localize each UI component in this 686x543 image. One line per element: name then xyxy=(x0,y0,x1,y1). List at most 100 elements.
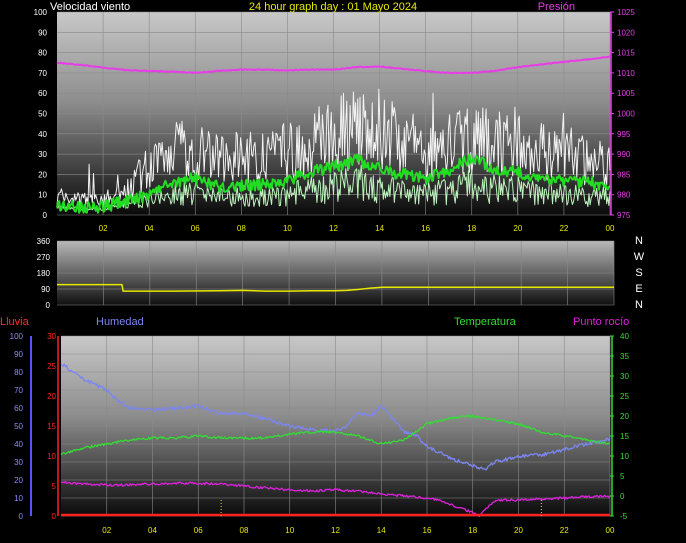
chart-title: 24 hour graph day : 01 Mayo 2024 xyxy=(249,1,417,13)
y-axis-pressure: 975 980 985 990 995 1000 1005 1010 1015 1020 1025 xyxy=(610,8,635,220)
y-tick-humidity: 50 xyxy=(14,422,23,431)
y-tick-direction: 180 xyxy=(37,269,51,278)
dewpoint-axis-label: Punto rocío xyxy=(573,316,629,328)
x-tick-wind: 00 xyxy=(606,224,615,233)
x-tick-temp: 04 xyxy=(148,526,157,535)
y-tick-pressure: 1010 xyxy=(617,69,635,78)
y-tick-wind: 10 xyxy=(38,191,47,200)
y-tick-wind: 50 xyxy=(38,110,47,119)
y-tick-humidity: 80 xyxy=(14,368,23,377)
y-tick-pressure: 1005 xyxy=(617,89,635,98)
y-tick-temperature: 25 xyxy=(620,392,629,401)
x-tick-temp: 16 xyxy=(423,526,432,535)
y-tick-direction: 270 xyxy=(37,253,51,262)
x-tick-temp: 22 xyxy=(560,526,569,535)
y-tick-pressure: 995 xyxy=(617,130,631,139)
weather-chart: 0102030405060708090100 97598098599099510… xyxy=(0,1,645,535)
y-tick-rain: 5 xyxy=(52,482,57,491)
compass-label: S xyxy=(635,267,642,279)
compass-label: N xyxy=(635,235,643,247)
x-tick-wind: 18 xyxy=(467,224,476,233)
x-tick-wind: 10 xyxy=(283,224,292,233)
y-tick-wind: 0 xyxy=(43,211,48,220)
y-tick-wind: 20 xyxy=(38,170,47,179)
y-tick-wind: 30 xyxy=(38,150,47,159)
y-tick-humidity: 60 xyxy=(14,404,23,413)
x-tick-temp: 06 xyxy=(194,526,203,535)
x-tick-temp: 02 xyxy=(102,526,111,535)
y-tick-direction: 90 xyxy=(41,285,50,294)
x-tick-wind: 22 xyxy=(559,224,568,233)
y-tick-wind: 70 xyxy=(38,69,47,78)
y-axis-rain: 0 5 10 15 20 25 30 xyxy=(47,332,59,521)
y-tick-humidity: 100 xyxy=(10,332,24,341)
y-tick-rain: 10 xyxy=(47,452,56,461)
y-tick-temperature: 35 xyxy=(620,352,629,361)
y-tick-wind: 100 xyxy=(34,8,48,17)
compass-label: E xyxy=(635,283,642,295)
y-tick-humidity: 30 xyxy=(14,458,23,467)
y-tick-rain: 0 xyxy=(52,512,57,521)
x-tick-wind: 14 xyxy=(375,224,384,233)
y-tick-humidity: 70 xyxy=(14,386,23,395)
y-tick-humidity: 0 xyxy=(19,512,24,521)
y-tick-temperature: 15 xyxy=(620,432,629,441)
x-tick-wind: 20 xyxy=(513,224,522,233)
y-tick-humidity: 40 xyxy=(14,440,23,449)
y-tick-pressure: 1000 xyxy=(617,110,635,119)
y-tick-pressure: 980 xyxy=(617,191,631,200)
y-tick-pressure: 990 xyxy=(617,150,631,159)
x-tick-wind: 06 xyxy=(191,224,200,233)
y-axis-wind: 0 10 20 30 40 50 60 70 80 90 100 xyxy=(34,8,48,220)
x-tick-temp: 20 xyxy=(514,526,523,535)
y-tick-pressure: 975 xyxy=(617,211,631,220)
y-tick-temperature: 30 xyxy=(620,372,629,381)
temperature-axis-label: Temperatura xyxy=(454,316,517,328)
y-tick-humidity: 10 xyxy=(14,494,23,503)
x-tick-temp: 08 xyxy=(240,526,249,535)
rain-axis-label: Lluvia xyxy=(0,316,30,328)
y-axis-direction: 0 90 180 270 360 xyxy=(37,237,51,310)
y-tick-wind: 80 xyxy=(38,49,47,58)
x-tick-wind: 04 xyxy=(145,224,154,233)
x-tick-temp: 00 xyxy=(606,526,615,535)
y-tick-rain: 20 xyxy=(47,392,56,401)
y-tick-wind: 90 xyxy=(38,28,47,37)
y-tick-pressure: 1020 xyxy=(617,28,635,37)
y-tick-rain: 15 xyxy=(47,422,56,431)
x-tick-wind: 16 xyxy=(421,224,430,233)
compass-labels: NWSEN xyxy=(634,235,645,311)
wind-pressure-panel: 0102030405060708090100 97598098599099510… xyxy=(34,1,636,233)
compass-label: N xyxy=(635,299,643,311)
y-axis-temperature: -5 0 5 10 15 20 25 30 35 40 xyxy=(610,332,629,521)
x-tick-temp: 10 xyxy=(285,526,294,535)
y-tick-rain: 30 xyxy=(47,332,56,341)
y-tick-wind: 60 xyxy=(38,89,47,98)
y-tick-pressure: 985 xyxy=(617,170,631,179)
x-tick-wind: 08 xyxy=(237,224,246,233)
y-tick-temperature: -5 xyxy=(620,512,628,521)
x-axis-wind: 02 04 06 08 10 12 14 16 18 20 22 00 xyxy=(99,224,615,233)
y-tick-temperature: 10 xyxy=(620,452,629,461)
pressure-axis-label: Presión xyxy=(538,1,575,13)
y-tick-pressure: 1015 xyxy=(617,49,635,58)
y-tick-humidity: 90 xyxy=(14,350,23,359)
wind-direction-panel: 090180270360 NWSEN xyxy=(37,235,645,311)
temp-humidity-panel: 0 10 20 30 40 50 60 70 80 90 100 0 5 10 15 20 25 30 -5 0 5… xyxy=(0,316,629,535)
x-tick-temp: 14 xyxy=(377,526,386,535)
x-axis-temp: 02 04 06 08 10 12 14 16 18 20 22 00 xyxy=(102,526,615,535)
y-tick-humidity: 20 xyxy=(14,476,23,485)
y-tick-temperature: 5 xyxy=(620,472,625,481)
compass-label: W xyxy=(634,251,645,263)
x-tick-temp: 18 xyxy=(468,526,477,535)
y-tick-rain: 25 xyxy=(47,362,56,371)
y-tick-pressure: 1025 xyxy=(617,8,635,17)
y-tick-direction: 360 xyxy=(37,237,51,246)
wind-axis-label: Velocidad viento xyxy=(50,1,130,13)
y-axis-humidity: 0 10 20 30 40 50 60 70 80 90 100 xyxy=(10,332,32,521)
y-tick-temperature: 40 xyxy=(620,332,629,341)
x-tick-wind: 02 xyxy=(99,224,108,233)
y-tick-temperature: 20 xyxy=(620,412,629,421)
y-tick-temperature: 0 xyxy=(620,492,625,501)
x-tick-temp: 12 xyxy=(331,526,340,535)
